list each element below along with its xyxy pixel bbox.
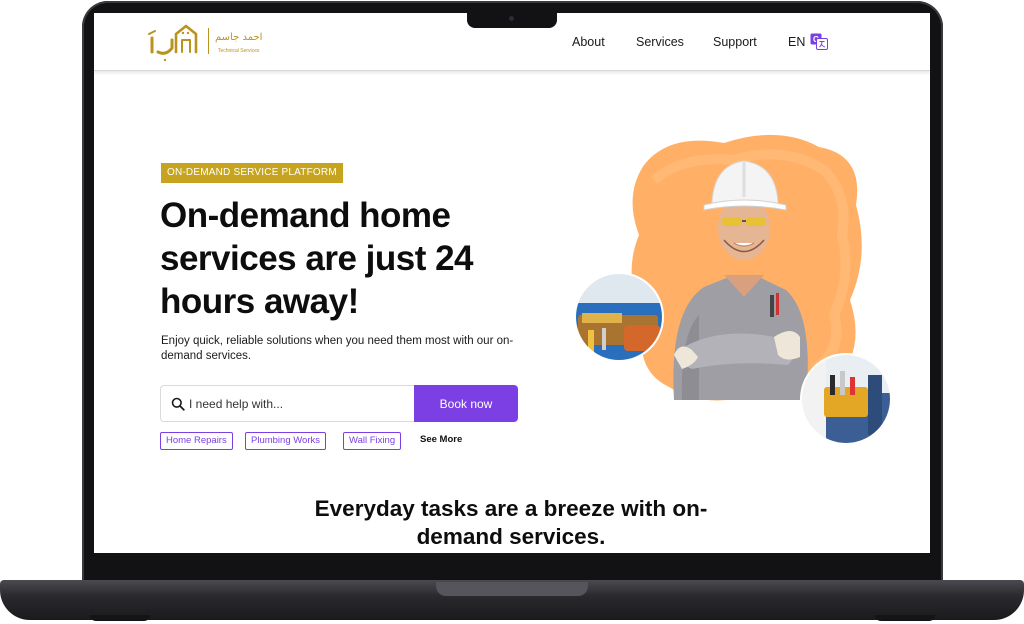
search-input[interactable] (189, 387, 409, 420)
tag-wall-fixing[interactable]: Wall Fixing (343, 432, 402, 450)
laptop-foot (90, 615, 150, 621)
language-selector[interactable]: EN (788, 35, 805, 49)
tag-home-repairs[interactable]: Home Repairs (160, 432, 233, 450)
laptop-hinge (436, 582, 588, 596)
search-icon (171, 397, 185, 411)
camera-icon (509, 16, 514, 21)
hero-title: On-demand home services are just 24 hour… (160, 196, 474, 321)
book-now-button[interactable]: Book now (414, 385, 518, 422)
logo-subtitle: Technical Services (218, 48, 260, 54)
hero-subtitle: Enjoy quick, reliable solutions when you… (161, 335, 514, 362)
nav-link-services[interactable]: Services (636, 35, 684, 49)
laptop-notch (467, 12, 557, 28)
laptop-foot (875, 615, 935, 621)
nav-link-support[interactable]: Support (713, 35, 757, 49)
tag-plumbing-works[interactable]: Plumbing Works (245, 432, 326, 450)
see-more-link[interactable]: See More (420, 434, 462, 445)
section-heading: Everyday tasks are a breeze with on-dema… (314, 496, 708, 549)
logo-divider (208, 28, 209, 54)
search-box (160, 385, 415, 422)
platform-badge: ON-DEMAND SERVICE PLATFORM (161, 163, 343, 183)
hero-illustration (574, 134, 892, 445)
nav-link-about[interactable]: About (572, 35, 605, 49)
logo-arabic-name: احمد جاسم (215, 32, 263, 43)
translate-icon[interactable]: G (810, 33, 828, 50)
website-screen: احمد جاسم Technical Services About Servi… (94, 13, 930, 553)
